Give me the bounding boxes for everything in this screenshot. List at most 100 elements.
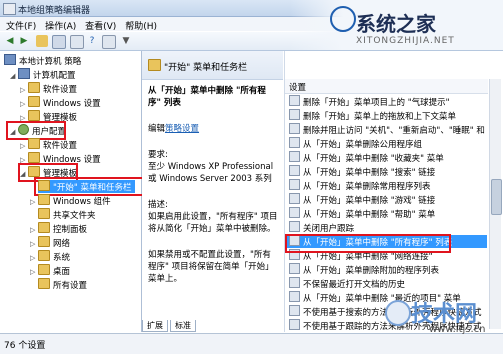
- setting-label: 关闭用户跟踪: [303, 224, 355, 234]
- requirements-text: 至少 Windows XP Professional 或 Windows Ser…: [148, 162, 274, 184]
- setting-label: 删除并阻止访问 "关机"、"重新启动"、"睡眠" 和: [303, 126, 485, 136]
- menu-view[interactable]: 查看(V): [85, 19, 116, 32]
- setting-label: 从「开始」菜单中删除 "帮助" 菜单: [303, 210, 436, 220]
- folder-icon: [28, 138, 40, 149]
- show-tree-icon[interactable]: [52, 35, 66, 49]
- highlight-selected-setting: [285, 234, 451, 253]
- policy-setting-icon: [289, 109, 300, 120]
- description-pane: "开始" 菜单和任务栏 从「开始」菜单中删除 "所有程序" 列表 编辑策略设置 …: [142, 51, 283, 332]
- setting-title: 从「开始」菜单中删除 "所有程序" 列表: [148, 86, 266, 108]
- tab-extended[interactable]: 扩展: [142, 320, 168, 332]
- setting-row[interactable]: 从「开始」菜单删除公用程序组: [287, 137, 487, 150]
- globe-icon: [385, 300, 411, 326]
- setting-row[interactable]: 关闭用户跟踪: [287, 221, 487, 234]
- tree-item-local-policy[interactable]: 本地计算机 策略: [4, 54, 81, 67]
- policy-setting-icon: [289, 291, 300, 302]
- folder-icon: [38, 194, 50, 205]
- tree-item-computer-software[interactable]: ▷ 软件设置: [20, 82, 77, 95]
- setting-label: 不保留最近打开文档的历史: [303, 280, 406, 290]
- description-text-2: 如果禁用或不配置此设置，"所有程序" 项目将保留在简单「开始」菜单上。: [148, 250, 274, 284]
- edit-policy-link[interactable]: 策略设置: [165, 124, 199, 134]
- setting-row[interactable]: 删除并阻止访问 "关机"、"重新启动"、"睡眠" 和: [287, 123, 487, 136]
- column-header-setting[interactable]: 设置: [285, 79, 488, 94]
- tree-item-computer-windows[interactable]: ▷ Windows 设置: [20, 96, 101, 109]
- setting-row[interactable]: 从「开始」菜单删除附加的程序列表: [287, 263, 487, 276]
- back-icon[interactable]: ◀: [4, 35, 16, 47]
- menu-action[interactable]: 操作(A): [45, 19, 76, 32]
- setting-row[interactable]: 从「开始」菜单中删除 "搜索" 链接: [287, 165, 487, 178]
- folder-icon: [28, 96, 40, 107]
- setting-label: 从「开始」菜单中删除 "游戏" 链接: [303, 196, 436, 206]
- folder-icon: [38, 236, 50, 247]
- description-text: 如果启用此设置，"所有程序" 项目将从简化「开始」菜单中被删除。: [148, 212, 278, 234]
- setting-label: 从「开始」菜单中删除 "收藏夹" 菜单: [303, 154, 444, 164]
- export-icon[interactable]: [102, 35, 116, 49]
- policy-setting-icon: [289, 277, 300, 288]
- policy-setting-icon: [289, 137, 300, 148]
- forward-icon[interactable]: ▶: [18, 35, 30, 47]
- setting-label: 从「开始」菜单删除常用程序列表: [303, 182, 431, 192]
- description-label: 描述:: [148, 200, 168, 210]
- setting-row[interactable]: 从「开始」菜单中删除 "帮助" 菜单: [287, 207, 487, 220]
- tree-item-windows-components[interactable]: ▷ Windows 组件: [30, 194, 111, 207]
- watermark-url: XITONGZHIJIA.NET: [356, 36, 455, 46]
- vertical-scrollbar[interactable]: [489, 79, 502, 329]
- folder-open-icon: [148, 59, 161, 71]
- tree-item-desktop[interactable]: ▷ 桌面: [30, 264, 70, 277]
- watermark-url-bottom: www.itjs.cn: [429, 324, 486, 335]
- column-label: 设置: [289, 83, 307, 93]
- policy-setting-icon: [289, 165, 300, 176]
- up-folder-icon[interactable]: [36, 35, 48, 47]
- properties-icon[interactable]: [70, 35, 84, 49]
- tree-item-network[interactable]: ▷ 网络: [30, 236, 70, 249]
- menu-help[interactable]: 帮助(H): [125, 19, 157, 32]
- scrollbar-thumb[interactable]: [491, 179, 502, 215]
- setting-row[interactable]: 从「开始」菜单中删除 "游戏" 链接: [287, 193, 487, 206]
- setting-row[interactable]: 从「开始」菜单删除常用程序列表: [287, 179, 487, 192]
- folder-icon: [38, 222, 50, 233]
- policy-setting-icon: [289, 95, 300, 106]
- help-icon[interactable]: ?: [86, 35, 98, 47]
- setting-row[interactable]: 删除「开始」菜单上的拖放和上下文菜单: [287, 109, 487, 122]
- edit-prefix: 编辑: [148, 124, 166, 134]
- expand-icon[interactable]: ◢: [10, 70, 18, 83]
- setting-row[interactable]: 删除「开始」菜单项目上的 "气球提示": [287, 95, 487, 108]
- policy-setting-icon: [289, 123, 300, 134]
- status-text: 76 个设置: [4, 341, 46, 351]
- policy-setting-icon: [289, 305, 300, 316]
- tree-pane[interactable]: 本地计算机 策略 ◢ 计算机配置 ▷ 软件设置 ▷ Windows 设置 ▷ 管理模板 …: [0, 51, 144, 332]
- tree-item-shared-folders[interactable]: 共享文件夹: [38, 208, 96, 221]
- setting-label: 从「开始」菜单中删除 "网络连接": [303, 252, 433, 262]
- setting-row[interactable]: 不保留最近打开文档的历史: [287, 277, 487, 290]
- requirements-label: 要求:: [148, 150, 168, 160]
- watermark-logo-bottom: 技术网 www.itjs.cn: [385, 296, 503, 335]
- tree-item-control-panel[interactable]: ▷ 控制面板: [30, 222, 87, 235]
- policy-setting-icon: [289, 263, 300, 274]
- app-icon: [3, 3, 16, 15]
- menu-file[interactable]: 文件(F): [6, 19, 36, 32]
- setting-row[interactable]: 从「开始」菜单中删除 "收藏夹" 菜单: [287, 151, 487, 164]
- folder-icon: [28, 110, 40, 121]
- description-header: "开始" 菜单和任务栏: [142, 51, 283, 80]
- logo-icon: [330, 6, 356, 32]
- watermark-logo-top: 系统之家 XITONGZHIJIA.NET: [290, 0, 503, 50]
- watermark-brand: 系统之家: [356, 12, 436, 36]
- tree-item-all-settings[interactable]: 所有设置: [38, 278, 87, 291]
- policy-setting-icon: [289, 151, 300, 162]
- collapse-icon[interactable]: ▷: [30, 266, 38, 279]
- tree-item-user-software[interactable]: ▷ 软件设置: [20, 138, 77, 151]
- setting-label: 从「开始」菜单删除附加的程序列表: [303, 266, 440, 276]
- tree-item-system[interactable]: ▷ 系统: [30, 250, 70, 263]
- view-tabs: 扩展 标准: [142, 320, 222, 332]
- filter-icon[interactable]: ▼: [120, 35, 132, 47]
- policy-setting-icon: [289, 207, 300, 218]
- tab-standard[interactable]: 标准: [170, 320, 196, 332]
- policy-setting-icon: [289, 221, 300, 232]
- folder-icon: [38, 208, 50, 219]
- tree-item-computer-config[interactable]: ◢ 计算机配置: [10, 68, 76, 81]
- folder-icon: [38, 250, 50, 261]
- collapse-icon[interactable]: ▷: [30, 196, 38, 209]
- settings-list-pane: 设置 删除「开始」菜单项目上的 "气球提示" 删除「开始」菜单上的拖放和上下文菜单…: [284, 51, 503, 346]
- window-title: 本地组策略编辑器: [18, 6, 91, 16]
- status-bar: 76 个设置: [0, 333, 503, 354]
